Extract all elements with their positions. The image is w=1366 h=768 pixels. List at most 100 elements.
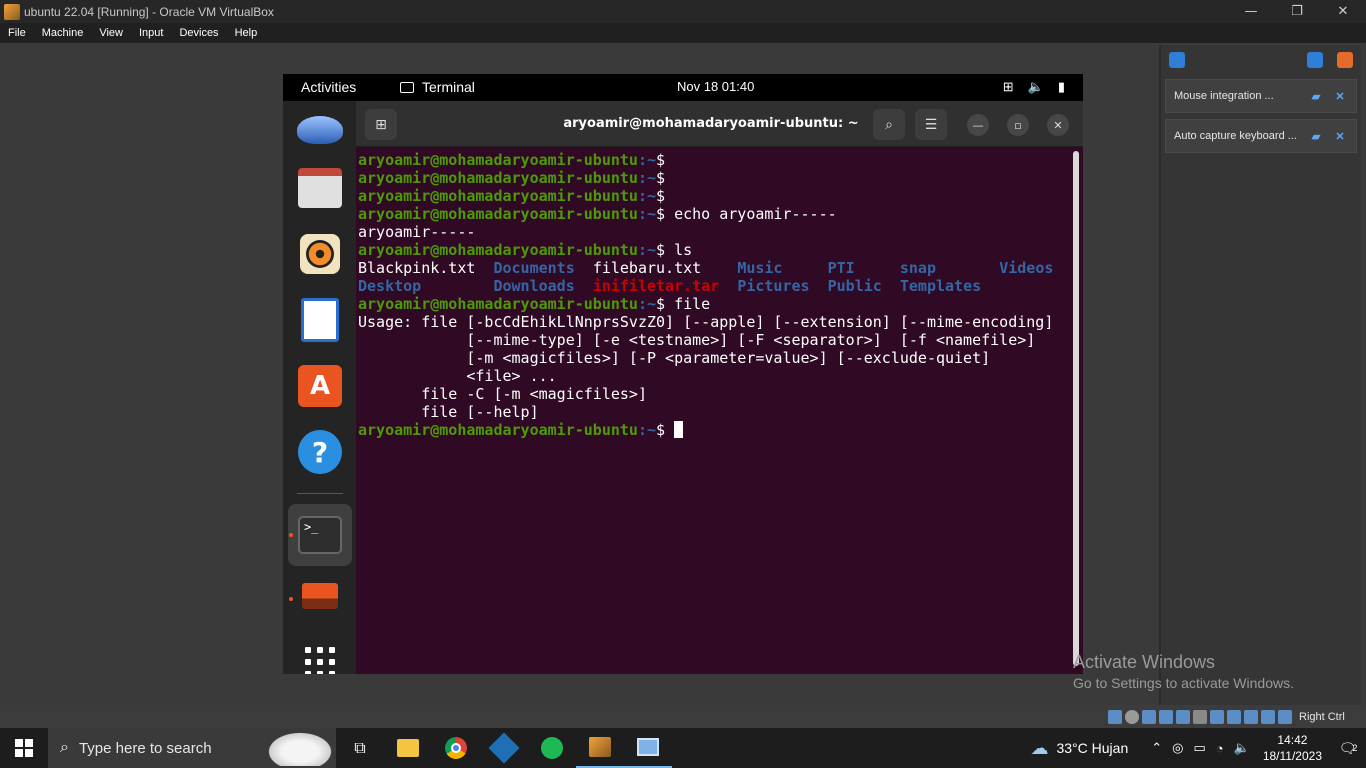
files-icon[interactable] (297, 165, 343, 211)
close-button[interactable]: ✕ (1320, 0, 1366, 23)
notification-mouse-integration[interactable]: Mouse integration ... ▰ ✕ (1165, 79, 1357, 113)
chevron-up-icon[interactable]: ⌃ (1151, 740, 1162, 756)
menu-file[interactable]: File (0, 27, 34, 39)
close-icon[interactable]: ✕ (1332, 90, 1348, 103)
ls-entry: Downloads (493, 277, 593, 295)
clock-date[interactable]: 14:42 18/11/2023 (1263, 732, 1322, 764)
shared-folders-icon[interactable] (1193, 710, 1207, 724)
minimize-button[interactable]: — (967, 114, 989, 136)
start-button[interactable] (0, 728, 48, 768)
menu-machine[interactable]: Machine (34, 27, 92, 39)
prompt-user: aryoamir@mohamadaryoamir-ubuntu (358, 169, 638, 187)
terminal-app-icon[interactable]: >_ (297, 512, 343, 558)
rain-cloud-icon: ☁ (1030, 737, 1049, 758)
terminal-line: aryoamir@mohamadaryoamir-ubuntu:~$ (358, 169, 1068, 187)
terminal-line: aryoamir@mohamadaryoamir-ubuntu:~$ (358, 187, 1068, 205)
notification-auto-capture[interactable]: Auto capture keyboard ... ▰ ✕ (1165, 119, 1357, 153)
vt-x-icon[interactable] (1244, 710, 1258, 724)
pin-icon[interactable]: ▰ (1308, 130, 1324, 143)
battery-icon[interactable]: ▭ (1193, 740, 1205, 756)
audio-icon[interactable] (1142, 710, 1156, 724)
ubuntu-software-icon[interactable]: A (297, 363, 343, 409)
network-adapter-icon[interactable] (1159, 710, 1173, 724)
taskbar-chrome[interactable] (432, 728, 480, 768)
window-title: ubuntu 22.04 [Running] - Oracle VM Virtu… (24, 4, 274, 19)
clock[interactable]: Nov 18 01:40 (677, 79, 754, 94)
keyboard-capture-icon[interactable] (1278, 710, 1292, 724)
rhythmbox-icon[interactable] (297, 231, 343, 277)
terminal-output[interactable]: aryoamir@mohamadaryoamir-ubuntu:~$ aryoam… (358, 151, 1068, 671)
ls-entry: Templates (899, 277, 982, 295)
close-icon[interactable]: ✕ (1332, 130, 1348, 143)
menu-input[interactable]: Input (131, 27, 171, 39)
notification-text: Mouse integration ... (1174, 90, 1274, 102)
speaker-icon[interactable]: 🔈 (1234, 740, 1250, 756)
output-text: [--mime-type] [-e <testname>] [-F <separ… (358, 331, 1036, 349)
usb-icon[interactable] (1176, 710, 1190, 724)
terminal-scrollbar[interactable] (1073, 151, 1079, 666)
optical-drive-icon[interactable] (1125, 710, 1139, 724)
weather-widget[interactable]: ☁ 33°C Hujan (1030, 738, 1128, 759)
hard-disk-icon[interactable] (1108, 710, 1122, 724)
menu-button[interactable]: ☰ (915, 109, 947, 140)
disk-drive-icon[interactable] (297, 573, 343, 619)
action-center-button[interactable]: 🗨 2 (1330, 740, 1366, 757)
prompt-command: $ echo aryoamir----- (656, 205, 837, 223)
taskbar-remote-window[interactable] (624, 728, 672, 768)
prompt-path: :~ (637, 151, 657, 169)
webcam-icon[interactable]: ◎ (1172, 740, 1183, 756)
taskbar-virtualbox[interactable] (480, 728, 528, 768)
terminal-line: Usage: file [-bcCdEhikLlNnprsSvzZ0] [--a… (358, 313, 1068, 331)
sort-icon[interactable] (1307, 52, 1323, 68)
display-icon[interactable] (1210, 710, 1224, 724)
libreoffice-writer-icon[interactable] (297, 297, 343, 343)
pin-icon[interactable]: ▰ (1308, 90, 1324, 103)
ubuntu-dock: A ? >_ (283, 101, 356, 674)
mouse-integration-icon[interactable] (1261, 710, 1275, 724)
virtualbox-cube-icon (488, 732, 520, 764)
notification-panel: Mouse integration ... ▰ ✕ Auto capture k… (1159, 45, 1361, 705)
taskbar-file-explorer[interactable] (384, 728, 432, 768)
thunderbird-icon[interactable] (297, 107, 343, 153)
virtualbox-logo-icon (4, 3, 20, 20)
close-button[interactable]: ✕ (1047, 114, 1069, 136)
show-apps-grid-icon[interactable] (297, 639, 343, 674)
terminal-line: file -C [-m <magicfiles>] (358, 385, 1068, 403)
notification-center-icon[interactable] (1169, 52, 1185, 68)
terminal-line: file [--help] (358, 403, 1068, 421)
clear-all-icon[interactable] (1337, 52, 1353, 68)
search-button[interactable]: ⌕ (873, 109, 905, 140)
terminal-line: aryoamir@mohamadaryoamir-ubuntu:~$ (358, 421, 1068, 439)
prompt-path: :~ (637, 187, 657, 205)
taskbar-vm-window[interactable] (576, 728, 624, 768)
task-view-button[interactable]: ⧉ (336, 728, 384, 768)
taskbar-spotify[interactable] (528, 728, 576, 768)
app-menu[interactable]: Terminal (400, 79, 475, 95)
restore-button[interactable]: ❐ (1274, 0, 1320, 23)
gnome-top-bar: Activities Terminal Nov 18 01:40 ⊞ 🔈 ▮ (283, 74, 1083, 101)
hamburger-icon: ☰ (924, 116, 938, 133)
activate-windows-watermark: Activate Windows Go to Settings to activ… (1073, 652, 1294, 691)
time-label: 14:42 (1277, 733, 1308, 747)
maximize-button[interactable]: ▫ (1007, 114, 1029, 136)
activities-button[interactable]: Activities (301, 79, 356, 95)
prompt-command: $ (656, 187, 666, 205)
minimize-button[interactable]: — (1228, 0, 1274, 23)
terminal-line: [-m <magicfiles>] [-P <parameter=value>]… (358, 349, 1068, 367)
menu-view[interactable]: View (91, 27, 131, 39)
help-icon[interactable]: ? (297, 429, 343, 475)
terminal-window[interactable]: ⊞ aryoamir@mohamadaryoamir-ubuntu: ~ ⌕ ☰… (356, 101, 1083, 674)
prompt-user: aryoamir@mohamadaryoamir-ubuntu (358, 205, 638, 223)
system-menu[interactable]: ⊞ 🔈 ▮ (1003, 79, 1065, 95)
menu-devices[interactable]: Devices (171, 27, 226, 39)
spotify-icon (541, 737, 563, 759)
wifi-icon[interactable]: ◔ (1216, 741, 1224, 756)
terminal-line: Desktop Downloads inifiletar.tar Picture… (358, 277, 1068, 295)
prompt-path: :~ (637, 169, 657, 187)
recording-icon[interactable] (1227, 710, 1241, 724)
taskbar-search[interactable]: ⌕ Type here to search (48, 728, 336, 768)
ls-entry: Videos (999, 259, 1054, 277)
prompt-path: :~ (637, 421, 657, 439)
terminal-icon (400, 81, 414, 93)
menu-help[interactable]: Help (227, 27, 266, 39)
